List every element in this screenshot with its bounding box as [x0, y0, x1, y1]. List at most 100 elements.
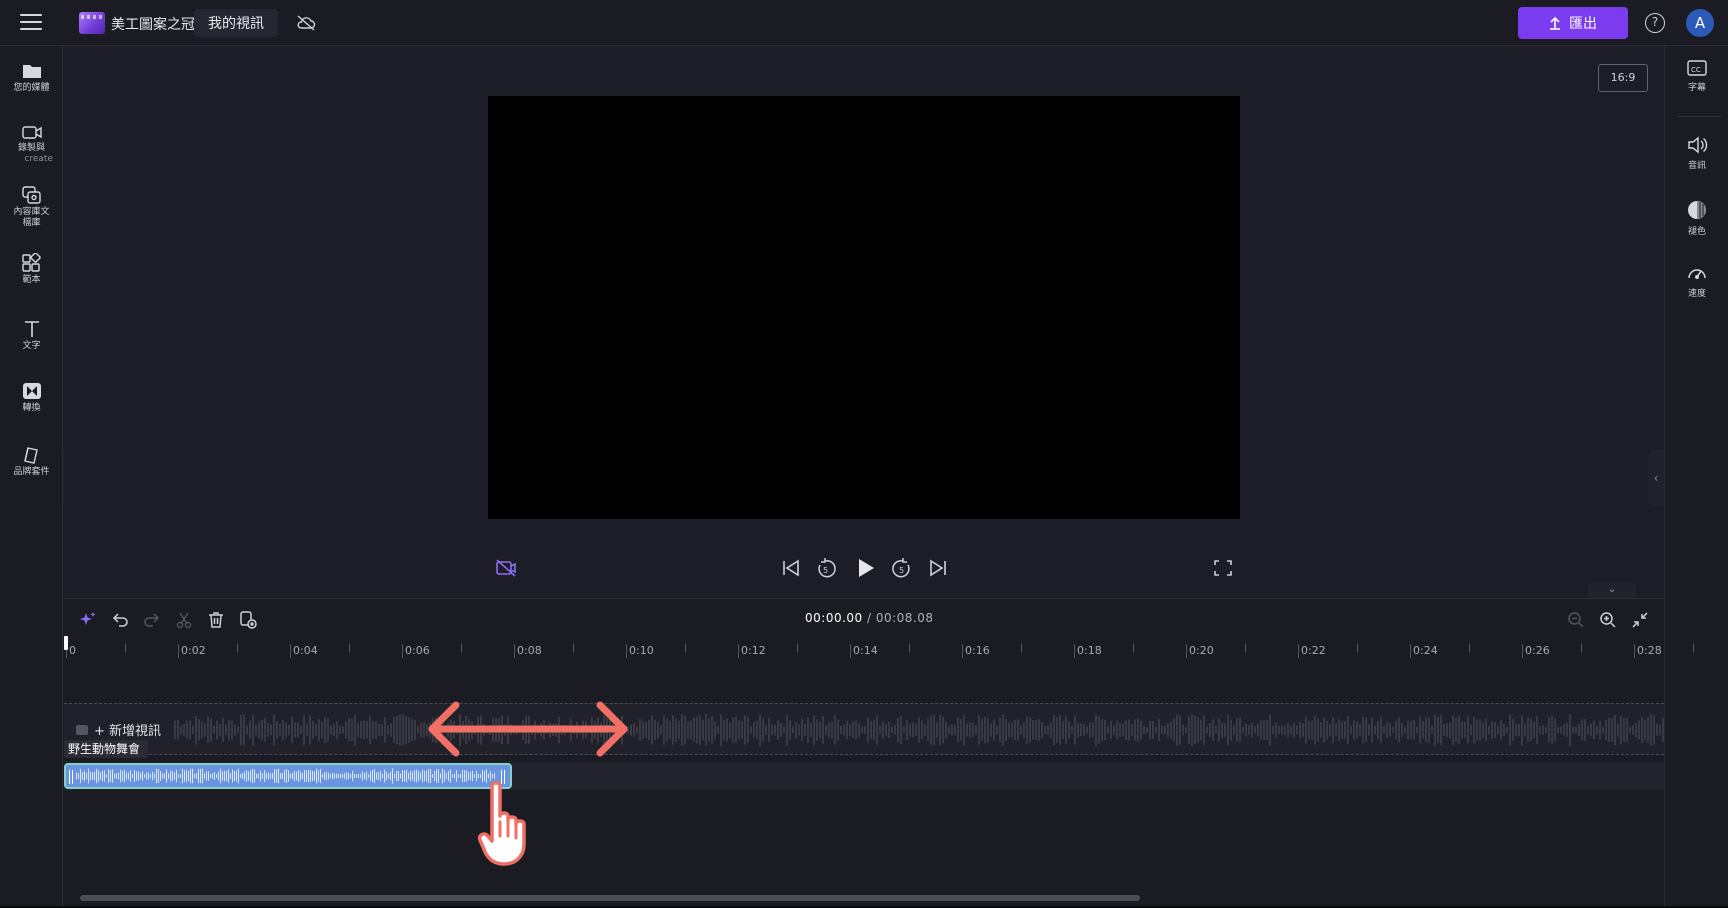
fit-to-window-icon[interactable] — [1630, 610, 1650, 630]
waveform-bar — [1335, 723, 1337, 737]
waveform-bar — [1422, 721, 1424, 739]
waveform-bar — [276, 721, 278, 739]
ruler-tick-label: 0:06 — [405, 644, 430, 657]
waveform-bar — [1326, 720, 1328, 740]
magic-sparkle-icon[interactable] — [78, 610, 98, 630]
waveform-bar — [177, 719, 179, 741]
sidebar-item-label: 轉換 — [22, 403, 41, 413]
redo-icon[interactable] — [142, 610, 162, 630]
waveform-bar — [1563, 724, 1565, 736]
waveform-bar — [204, 773, 205, 779]
rewind-5s-icon[interactable]: 5 — [815, 556, 837, 580]
waveform-bar — [237, 726, 239, 734]
aspect-ratio-button[interactable]: 16:9 — [1598, 64, 1648, 92]
sidebar-item-fade[interactable]: 褪色 — [1665, 199, 1728, 237]
play-icon[interactable] — [853, 556, 877, 580]
menu-icon[interactable] — [20, 14, 42, 32]
waveform-bar — [372, 769, 373, 783]
waveform-bar — [472, 770, 473, 782]
timeline-ruler[interactable]: 0 0:02 0:04 0:06 0:08 0:10 0:12 0:14 0:16 0:18 0:2… — [64, 636, 1694, 666]
timecode: 00:00.00 / 00:08.08 — [805, 611, 934, 625]
help-icon[interactable]: ? — [1645, 13, 1665, 33]
waveform-bar — [380, 771, 381, 781]
sidebar-item-record[interactable]: 錄製與 create — [0, 123, 63, 164]
video-name-field[interactable]: 我的視訊 — [194, 9, 278, 37]
waveform-bar — [1584, 719, 1586, 741]
waveform-bar — [783, 726, 785, 734]
undo-icon[interactable] — [110, 610, 130, 630]
sidebar-item-label: 文字 — [22, 341, 41, 351]
waveform-bar — [1530, 718, 1532, 742]
forward-5s-icon[interactable]: 5 — [891, 556, 913, 580]
sidebar-item-content-library[interactable]: 內容庫文 檔庫 — [0, 185, 63, 229]
waveform-bar — [462, 769, 463, 783]
sidebar-item-text[interactable]: 文字 — [0, 319, 63, 352]
waveform-bar — [104, 770, 105, 782]
timeline-horizontal-scrollbar[interactable] — [80, 895, 1140, 901]
waveform-bar — [1569, 714, 1571, 746]
sidebar-item-media[interactable]: 您的媒體 — [0, 61, 63, 94]
avatar[interactable]: A — [1686, 9, 1714, 37]
waveform-bar — [1212, 718, 1214, 742]
waveform-bar — [134, 770, 135, 782]
ruler-tick — [402, 644, 403, 658]
zoom-out-icon[interactable] — [1566, 610, 1586, 630]
waveform-bar — [354, 773, 355, 779]
waveform-bar — [1410, 721, 1412, 739]
collapse-timeline-button[interactable]: ⌄ — [1588, 582, 1636, 598]
waveform-bar — [807, 717, 809, 743]
waveform-bar — [384, 717, 386, 743]
waveform-bar — [276, 769, 277, 783]
waveform-bar — [206, 771, 207, 781]
sidebar-item-captions[interactable]: CC 字幕 — [1665, 59, 1728, 93]
scissors-icon[interactable] — [174, 610, 194, 630]
waveform-bar — [696, 716, 698, 744]
waveform-bar — [1458, 715, 1460, 745]
waveform-bar — [1470, 724, 1472, 736]
cloud-off-icon[interactable] — [296, 14, 316, 32]
waveform-bar — [1512, 718, 1514, 742]
sidebar-item-speed[interactable]: 速度 — [1665, 263, 1728, 299]
waveform-bar — [1131, 724, 1133, 736]
sidebar-item-transitions[interactable]: 轉換 — [0, 381, 63, 414]
playhead[interactable] — [64, 636, 68, 650]
duplicate-icon[interactable] — [238, 610, 258, 630]
waveform-bar — [210, 774, 211, 778]
waveform-bar — [1323, 717, 1325, 743]
trash-icon[interactable] — [206, 610, 226, 630]
video-track-dropzone[interactable] — [64, 703, 1664, 755]
waveform-bar — [699, 715, 701, 745]
zoom-in-icon[interactable] — [1598, 610, 1618, 630]
collapse-right-panel-button[interactable]: ‹ — [1648, 450, 1664, 506]
waveform-bar — [116, 773, 117, 779]
sidebar-item-templates[interactable]: 範本 — [0, 253, 63, 286]
waveform-bar — [286, 768, 287, 784]
add-video-button[interactable]: + 新增視訊 — [76, 720, 161, 739]
waveform-bar — [354, 714, 356, 746]
export-button[interactable]: 匯出 — [1518, 7, 1628, 39]
audio-clip[interactable] — [64, 763, 512, 789]
skip-to-start-icon[interactable] — [780, 556, 802, 580]
clip-trim-handle-left[interactable] — [69, 770, 73, 784]
waveform-bar — [180, 774, 181, 778]
waveform-bar — [1521, 714, 1523, 746]
waveform-bar — [1593, 720, 1595, 740]
waveform-bar — [1206, 726, 1208, 734]
ruler-tick — [1634, 644, 1635, 658]
waveform-bar — [1581, 719, 1583, 741]
ruler-tick-label: 0:02 — [181, 644, 206, 657]
ruler-minor-tick — [573, 644, 574, 652]
waveform-bar — [156, 768, 157, 784]
sidebar-item-sublabel: create — [24, 154, 53, 164]
skip-to-end-icon[interactable] — [927, 556, 949, 580]
ruler-tick — [850, 644, 851, 658]
camera-off-icon[interactable] — [494, 556, 518, 580]
sidebar-item-audio[interactable]: 音訊 — [1665, 135, 1728, 171]
waveform-bar — [1089, 722, 1091, 738]
video-preview[interactable] — [488, 96, 1240, 519]
sidebar-item-brand-kit[interactable]: 品牌套件 — [0, 445, 63, 478]
waveform-bar — [996, 725, 998, 735]
waveform-bar — [192, 725, 194, 735]
waveform-bar — [1455, 718, 1457, 742]
fullscreen-icon[interactable] — [1212, 556, 1234, 580]
